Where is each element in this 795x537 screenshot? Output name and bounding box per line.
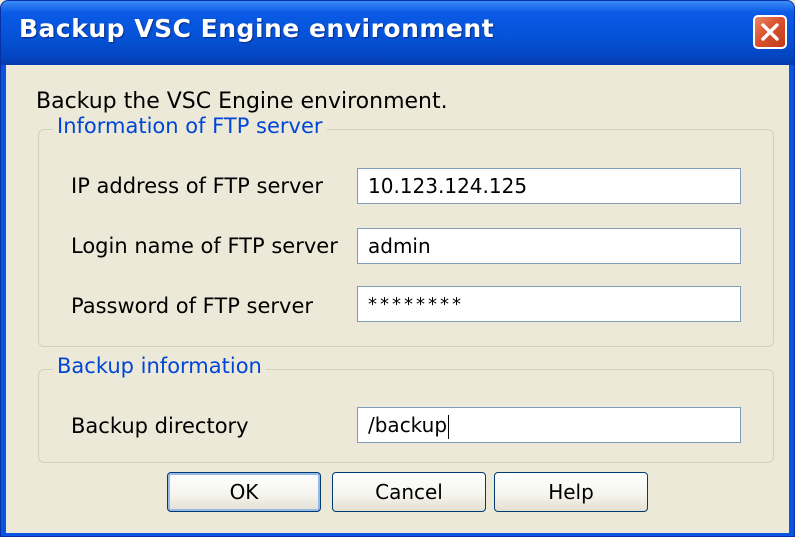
text-caret (448, 414, 450, 439)
backup-directory-input[interactable]: /backup (357, 407, 741, 443)
title-bar[interactable]: Backup VSC Engine environment (1, 1, 794, 65)
backup-info-group: Backup information Backup directory /bac… (38, 354, 774, 463)
password-input[interactable] (357, 286, 741, 322)
close-icon (761, 23, 779, 41)
ip-address-label: IP address of FTP server (71, 174, 323, 198)
ip-address-input[interactable] (357, 168, 741, 204)
dialog-description: Backup the VSC Engine environment. (36, 89, 448, 114)
login-name-input[interactable] (357, 228, 741, 264)
dialog-window: Backup VSC Engine environment Backup the… (0, 0, 795, 537)
password-label: Password of FTP server (71, 294, 314, 318)
ftp-server-group: Information of FTP server IP address of … (38, 114, 774, 347)
login-name-label: Login name of FTP server (71, 234, 338, 258)
ftp-group-title: Information of FTP server (53, 114, 327, 138)
window-title: Backup VSC Engine environment (19, 14, 495, 43)
backup-directory-label: Backup directory (71, 414, 249, 438)
ok-button[interactable]: OK (167, 472, 321, 512)
cancel-button[interactable]: Cancel (332, 472, 486, 512)
help-button[interactable]: Help (494, 472, 648, 512)
close-button[interactable] (753, 15, 787, 49)
backup-group-title: Backup information (53, 354, 266, 378)
dialog-body: Backup the VSC Engine environment. Infor… (6, 65, 789, 533)
backup-directory-value: /backup (368, 413, 448, 437)
